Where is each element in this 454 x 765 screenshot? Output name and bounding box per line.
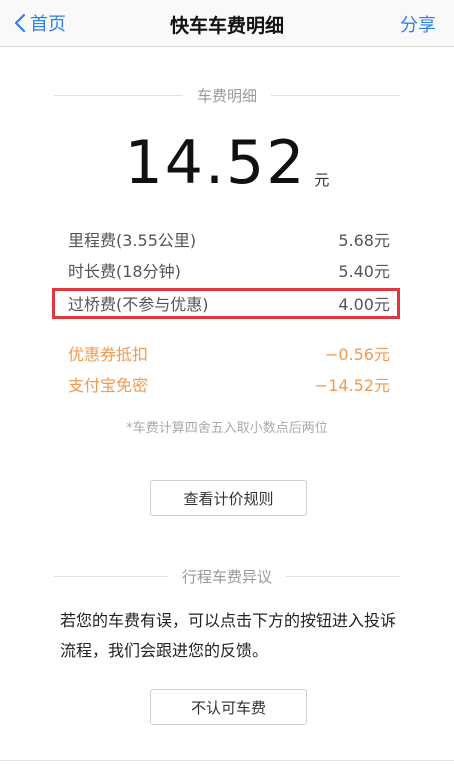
- dispute-section-header: 行程车费异议: [54, 564, 401, 588]
- dispute-description: 若您的车费有误，可以点击下方的按钮进入投诉流程，我们会跟进您的反馈。: [60, 611, 397, 660]
- discount-value: −14.52元: [314, 376, 390, 395]
- total-fare: 14.52 元: [0, 124, 454, 198]
- divider: [286, 575, 401, 577]
- divider: [54, 575, 168, 577]
- amount-unit: 元: [314, 171, 330, 189]
- dispute-fare-button[interactable]: 不认可车费: [150, 689, 307, 725]
- fare-item-mileage: 里程费(3.55公里) 5.68元: [68, 226, 390, 252]
- discount-label: 支付宝免密: [68, 376, 149, 395]
- page-title: 快车车费明细: [169, 15, 284, 37]
- discount-coupon: 优惠券抵扣 −0.56元: [68, 340, 390, 366]
- dispute-section-title: 行程车费异议: [182, 567, 273, 586]
- rounding-note: *车费计算四舍五入取小数点后两位: [126, 421, 328, 436]
- divider: [54, 94, 183, 96]
- fare-section-title: 车费明细: [197, 86, 258, 105]
- fare-item-value: 5.40元: [338, 262, 390, 281]
- highlight-box: [52, 288, 400, 319]
- navigation-bar: 首页 快车车费明细 分享: [0, 0, 454, 47]
- fare-item-value: 5.68元: [338, 231, 390, 250]
- fare-item-label: 时长费(18分钟): [68, 262, 181, 281]
- divider: [0, 760, 454, 761]
- fare-item-duration: 时长费(18分钟) 5.40元: [68, 257, 390, 283]
- total-amount: 14.52: [124, 128, 307, 198]
- view-pricing-rules-button[interactable]: 查看计价规则: [150, 480, 307, 516]
- discount-alipay: 支付宝免密 −14.52元: [68, 371, 390, 397]
- discount-value: −0.56元: [324, 345, 390, 364]
- fare-item-label: 里程费(3.55公里): [68, 231, 197, 250]
- divider: [271, 94, 401, 96]
- share-button[interactable]: 分享: [400, 11, 436, 37]
- discount-label: 优惠券抵扣: [68, 345, 149, 364]
- fare-section-header: 车费明细: [54, 83, 401, 107]
